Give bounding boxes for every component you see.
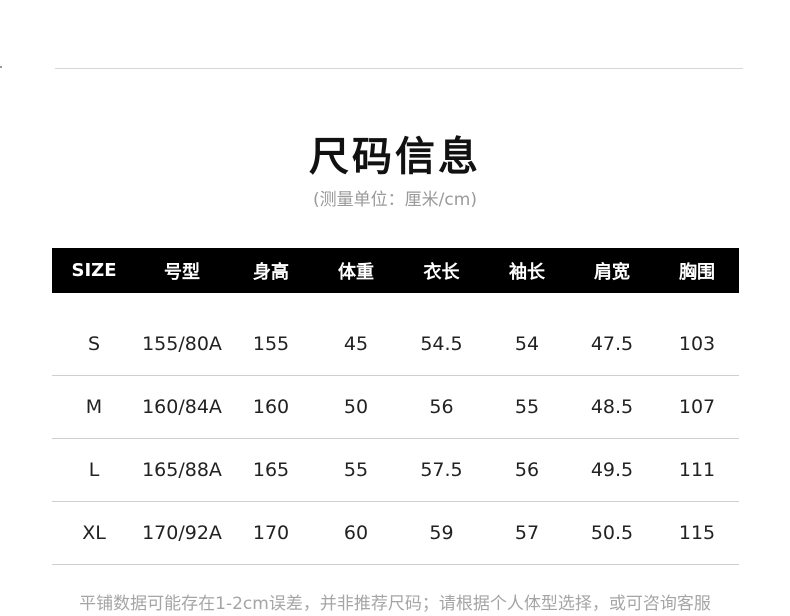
cell-chest: 115: [678, 522, 716, 544]
cell-chest: 111: [678, 459, 716, 481]
cell-sleeve: 56: [514, 459, 540, 481]
cell-shoulder: 50.5: [590, 522, 634, 544]
measurement-unit-note: (测量单位：厘米/cm): [313, 190, 477, 210]
edge-mark: [0, 66, 2, 68]
cell-size: L: [88, 459, 100, 481]
header-cell-size: SIZE: [71, 260, 117, 281]
cell-sleeve: 54: [514, 333, 540, 355]
cell-sleeve: 57: [514, 522, 540, 544]
header-cell-chest: 胸围: [679, 261, 715, 283]
cell-length: 57.5: [420, 459, 463, 481]
header-cell-sleeve: 袖长: [509, 261, 545, 283]
page-title: 尺码信息: [309, 134, 481, 180]
measurement-disclaimer: 平铺数据可能存在1-2cm误差，并非推荐尺码；请根据个人体型选择，或可咨询客服: [79, 594, 711, 614]
size-table: SIZE 号型 身高 体重 衣长 袖长 肩宽 胸围 S 155/80A 155 …: [52, 248, 739, 565]
cell-size: M: [85, 396, 103, 418]
cell-chest: 103: [678, 333, 716, 355]
table-row-xl: XL 170/92A 170 60 59 57 50.5 115: [52, 502, 739, 565]
cell-model: 165/88A: [142, 459, 222, 481]
table-body: S 155/80A 155 45 54.5 54 47.5 103 M 160/…: [52, 313, 739, 565]
cell-weight: 60: [343, 522, 369, 544]
header-cell-shoulder: 肩宽: [594, 261, 630, 283]
cell-chest: 107: [678, 396, 716, 418]
cell-size: S: [87, 333, 101, 355]
cell-size: XL: [82, 522, 106, 544]
table-row-l: L 165/88A 165 55 57.5 56 49.5 111: [52, 439, 739, 502]
cell-weight: 55: [343, 459, 369, 481]
header-cell-height: 身高: [253, 261, 289, 283]
cell-height: 155: [252, 333, 290, 355]
cell-model: 160/84A: [142, 396, 222, 418]
cell-shoulder: 48.5: [590, 396, 634, 418]
table-row-m: M 160/84A 160 50 56 55 48.5 107: [52, 376, 739, 439]
cell-height: 165: [252, 459, 290, 481]
table-header-row: SIZE 号型 身高 体重 衣长 袖长 肩宽 胸围: [52, 248, 739, 293]
table-row-s: S 155/80A 155 45 54.5 54 47.5 103: [52, 313, 739, 376]
cell-model: 155/80A: [142, 333, 222, 355]
cell-length: 56: [429, 396, 454, 418]
top-divider: [55, 68, 743, 69]
cell-sleeve: 55: [514, 396, 540, 418]
cell-shoulder: 47.5: [590, 333, 634, 355]
header-cell-model: 号型: [164, 261, 200, 283]
cell-height: 160: [252, 396, 290, 418]
cell-weight: 45: [343, 333, 369, 355]
cell-model: 170/92A: [142, 522, 222, 544]
header-cell-weight: 体重: [338, 261, 374, 283]
cell-weight: 50: [343, 396, 369, 418]
cell-height: 170: [252, 522, 290, 544]
cell-shoulder: 49.5: [590, 459, 634, 481]
cell-length: 54.5: [420, 333, 463, 355]
cell-length: 59: [429, 522, 454, 544]
header-cell-length: 衣长: [423, 261, 460, 283]
